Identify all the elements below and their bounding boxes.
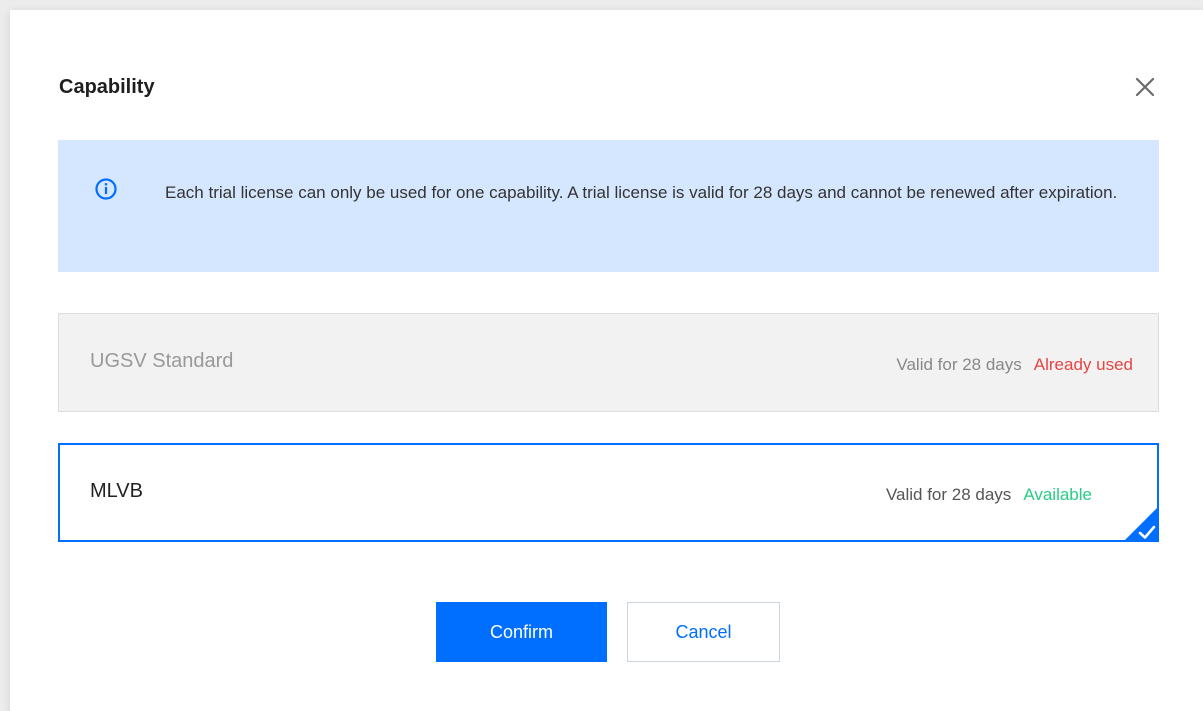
- status-badge: Already used: [1033, 355, 1133, 374]
- info-icon: [95, 178, 117, 200]
- check-icon: [1123, 506, 1159, 542]
- option-name: UGSV Standard: [90, 350, 234, 372]
- close-button[interactable]: [1132, 74, 1158, 100]
- confirm-button[interactable]: Confirm: [436, 602, 607, 662]
- option-name: MLVB: [90, 480, 143, 502]
- status-badge: Available: [1023, 485, 1092, 504]
- option-validity: Valid for 28 days: [885, 485, 1012, 504]
- option-mlvb[interactable]: MLVB Valid for 28 days Available: [58, 443, 1159, 542]
- option-validity: Valid for 28 days: [896, 355, 1022, 374]
- option-meta: Valid for 28 days Available: [886, 485, 1092, 505]
- cancel-button[interactable]: Cancel: [627, 602, 780, 662]
- capability-dialog: Capability Each trial license can only b…: [10, 10, 1203, 711]
- close-icon: [1135, 77, 1155, 97]
- dialog-title: Capability: [59, 76, 155, 98]
- notice-text: Each trial license can only be used for …: [165, 183, 1118, 202]
- option-ugsv-standard[interactable]: UGSV Standard Valid for 28 days Already u…: [58, 313, 1159, 412]
- info-notice: Each trial license can only be used for …: [58, 140, 1159, 272]
- option-meta: Valid for 28 days Already used: [896, 355, 1133, 375]
